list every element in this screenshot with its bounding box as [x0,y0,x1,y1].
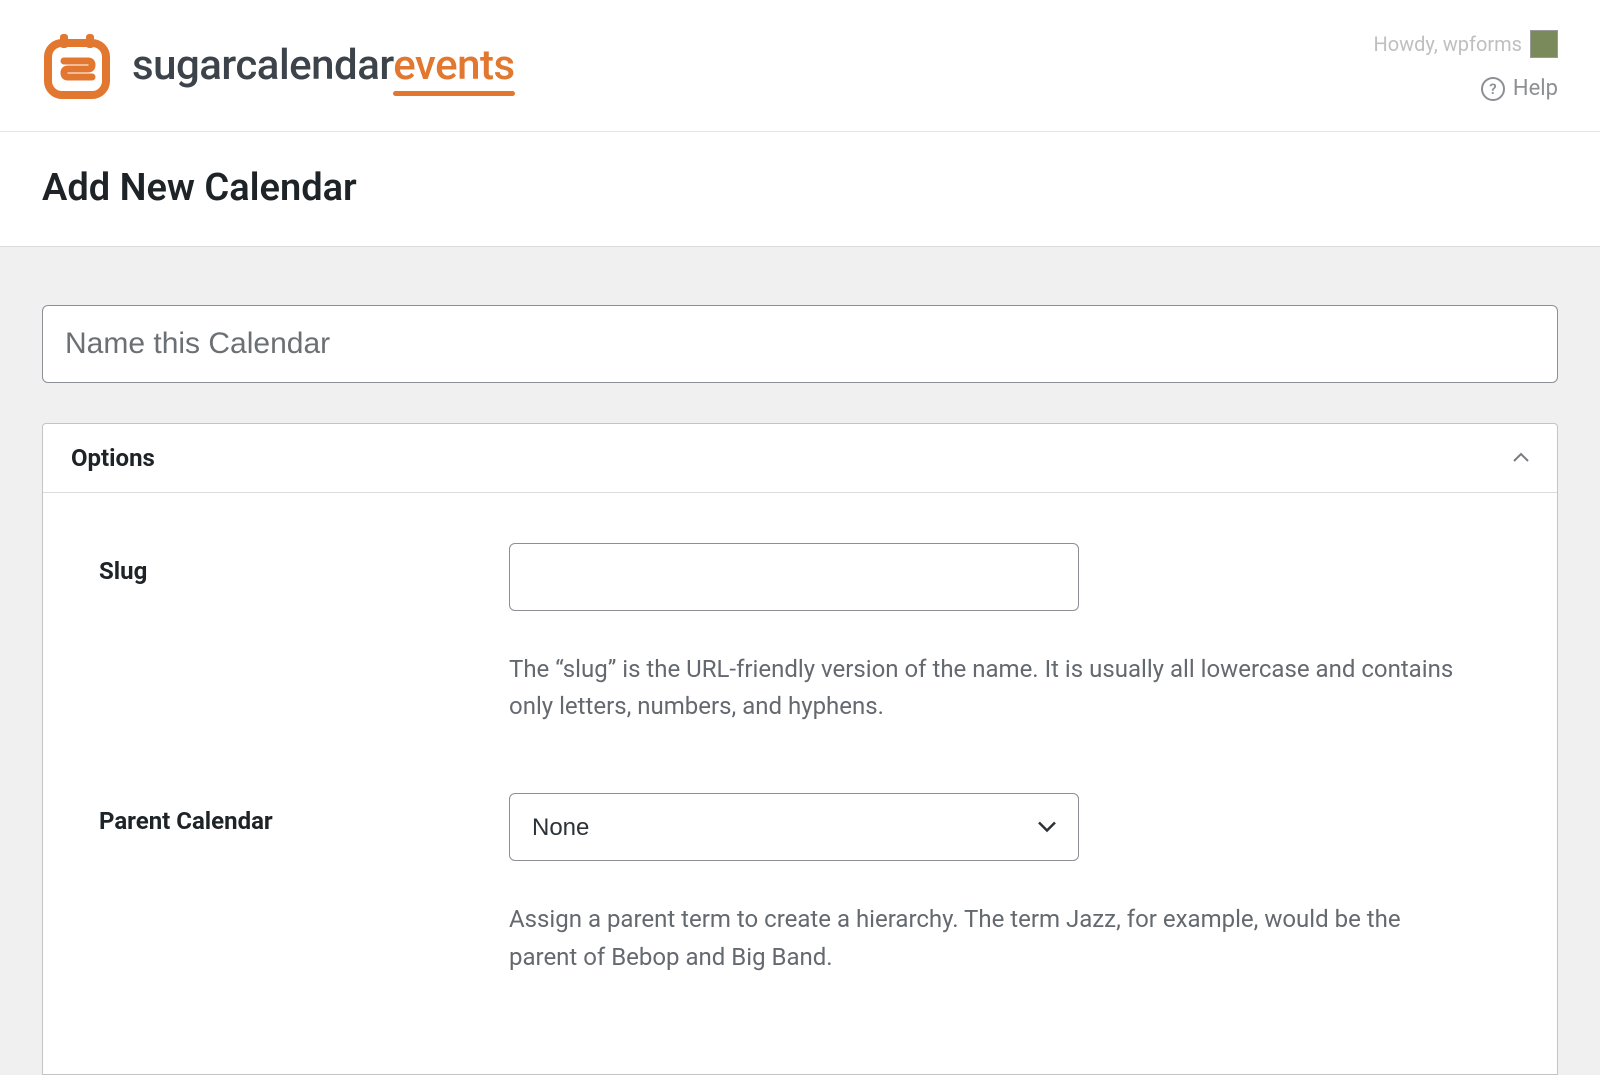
slug-label: Slug [99,543,509,585]
sugar-calendar-logo-icon [42,31,112,101]
logo: sugarcalendarevents [42,31,515,101]
parent-calendar-select[interactable]: None [509,793,1079,861]
options-panel: Options Slug The “slug” is the URL-frien… [42,423,1558,1075]
parent-label: Parent Calendar [99,793,509,835]
app-header: sugarcalendarevents Howdy, wpforms ? Hel… [0,0,1600,132]
calendar-name-input[interactable] [42,305,1558,383]
howdy-user[interactable]: Howdy, wpforms [1373,30,1558,58]
parent-field-row: Parent Calendar None Assign a parent ter… [99,793,1501,975]
page-title-bar: Add New Calendar [0,132,1600,247]
help-icon: ? [1481,77,1505,101]
logo-text-accent: events [393,41,514,90]
caret-up-icon [1513,450,1529,466]
help-label: Help [1513,76,1558,101]
content-area: Options Slug The “slug” is the URL-frien… [0,247,1600,1075]
howdy-text: Howdy, wpforms [1373,32,1522,56]
options-panel-title: Options [71,444,155,472]
page-title: Add New Calendar [42,166,1558,210]
options-panel-header[interactable]: Options [43,424,1557,493]
parent-description: Assign a parent term to create a hierarc… [509,901,1469,975]
avatar [1530,30,1558,58]
slug-input[interactable] [509,543,1079,611]
logo-text-main: sugarcalendar [132,41,393,90]
logo-text: sugarcalendarevents [132,41,515,90]
slug-field-row: Slug The “slug” is the URL-friendly vers… [99,543,1501,725]
options-panel-body: Slug The “slug” is the URL-friendly vers… [43,493,1557,1074]
slug-description: The “slug” is the URL-friendly version o… [509,651,1469,725]
help-link[interactable]: ? Help [1481,76,1558,101]
